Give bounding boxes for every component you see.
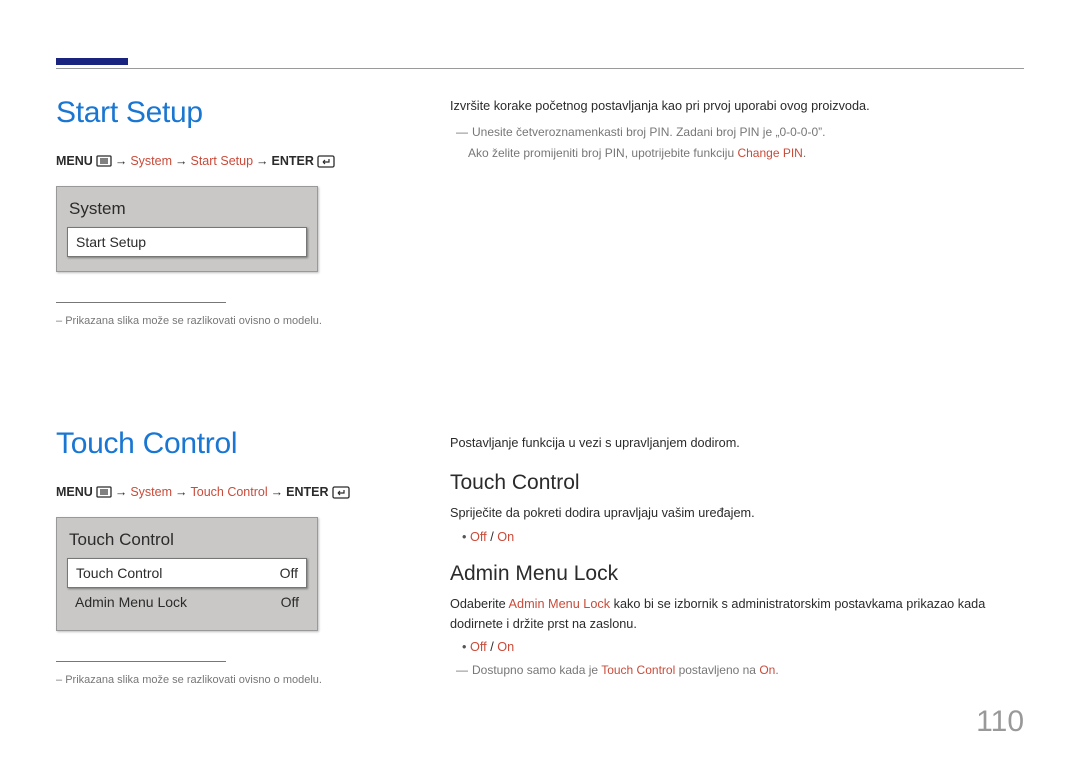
enter-icon [332, 486, 350, 499]
aml-note-3: . [775, 663, 778, 677]
admin-menu-lock-desc: Odaberite Admin Menu Lock kako bi se izb… [450, 594, 1024, 635]
panel-row-value: Off [280, 565, 298, 581]
breadcrumb-item: Touch Control [191, 485, 268, 499]
option-on: On [497, 640, 514, 654]
right-column: Izvršite korake početnog postavljanja ka… [450, 96, 1024, 681]
heading-touch-control: Touch Control [450, 471, 1024, 495]
pin-change-note: Ako želite promijeniti broj PIN, upotrij… [450, 143, 1024, 163]
disclaimer-text: – Prikazana slika može se razlikovati ov… [56, 674, 376, 686]
option-sep: / [487, 530, 498, 544]
breadcrumb-system: System [130, 485, 172, 499]
disclaimer-text: – Prikazana slika može se razlikovati ov… [56, 315, 376, 327]
heading-admin-menu-lock: Admin Menu Lock [450, 562, 1024, 586]
disclaimer-rule [56, 661, 226, 662]
section-title-touch-control: Touch Control [56, 427, 376, 461]
touch-control-options: Off / On [450, 530, 1024, 544]
aml-desc-1: Odaberite [450, 597, 509, 611]
aml-note-2: postavljeno na [675, 663, 759, 677]
panel-row-start-setup[interactable]: Start Setup [67, 227, 307, 257]
option-off: Off [470, 640, 487, 654]
section-title-start-setup: Start Setup [56, 96, 376, 130]
breadcrumb-touch-control: MENU → System → Touch Control → ENTER [56, 485, 376, 499]
breadcrumb-menu: MENU [56, 485, 93, 499]
aml-note-link2: On [759, 663, 775, 677]
disclaimer-label: Prikazana slika može se razlikovati ovis… [65, 674, 322, 686]
header-accent [56, 58, 128, 65]
pin-note: ―Unesite četveroznamenkasti broj PIN. Za… [450, 122, 1024, 142]
admin-menu-lock-options: Off / On [450, 640, 1024, 654]
aml-availability-note: ―Dostupno samo kada je Touch Control pos… [450, 660, 1024, 680]
panel-row-label: Start Setup [76, 234, 146, 250]
left-column: Start Setup MENU → System → Start Setup … [56, 96, 376, 686]
disclaimer-rule [56, 302, 226, 303]
pin-change-text: Ako želite promijeniti broj PIN, upotrij… [468, 146, 737, 160]
panel-row-touch-control[interactable]: Touch Control Off [67, 558, 307, 588]
aml-note-link1: Touch Control [601, 663, 675, 677]
aml-note-1: Dostupno samo kada je [472, 663, 601, 677]
panel-title: Touch Control [67, 528, 307, 558]
panel-touch-control: Touch Control Touch Control Off Admin Me… [56, 517, 318, 631]
start-setup-desc: Izvršite korake početnog postavljanja ka… [450, 96, 1024, 116]
touch-control-desc: Spriječite da pokreti dodira upravljaju … [450, 503, 1024, 523]
page-number: 110 [976, 705, 1024, 739]
menu-icon [96, 155, 112, 167]
menu-icon [96, 486, 112, 498]
breadcrumb-enter: ENTER [286, 485, 328, 499]
breadcrumb-system: System [130, 154, 172, 168]
breadcrumb-enter: ENTER [272, 154, 314, 168]
pin-note-a: Unesite četveroznamenkasti broj PIN. Zad… [472, 125, 825, 139]
breadcrumb-item: Start Setup [191, 154, 254, 168]
panel-system: System Start Setup [56, 186, 318, 272]
breadcrumb-menu: MENU [56, 154, 93, 168]
panel-row-admin-menu-lock[interactable]: Admin Menu Lock Off [67, 588, 307, 616]
arrow-icon: → [256, 154, 269, 168]
option-on: On [497, 530, 514, 544]
arrow-icon: → [271, 485, 284, 499]
breadcrumb-start-setup: MENU → System → Start Setup → ENTER [56, 154, 376, 168]
panel-row-label: Touch Control [76, 565, 162, 581]
aml-desc-link: Admin Menu Lock [509, 597, 611, 611]
arrow-icon: → [175, 485, 188, 499]
option-sep: / [487, 640, 498, 654]
panel-row-value: Off [281, 594, 299, 610]
arrow-icon: → [115, 154, 128, 168]
option-off: Off [470, 530, 487, 544]
header-rule [56, 68, 1024, 69]
change-pin-link: Change PIN [737, 146, 802, 160]
pin-change-end: . [803, 146, 806, 160]
disclaimer-label: Prikazana slika može se razlikovati ovis… [65, 315, 322, 327]
arrow-icon: → [175, 154, 188, 168]
arrow-icon: → [115, 485, 128, 499]
enter-icon [317, 155, 335, 168]
panel-row-label: Admin Menu Lock [75, 594, 187, 610]
panel-title: System [67, 197, 307, 227]
touch-control-intro: Postavljanje funkcija u vezi s upravljan… [450, 433, 1024, 453]
